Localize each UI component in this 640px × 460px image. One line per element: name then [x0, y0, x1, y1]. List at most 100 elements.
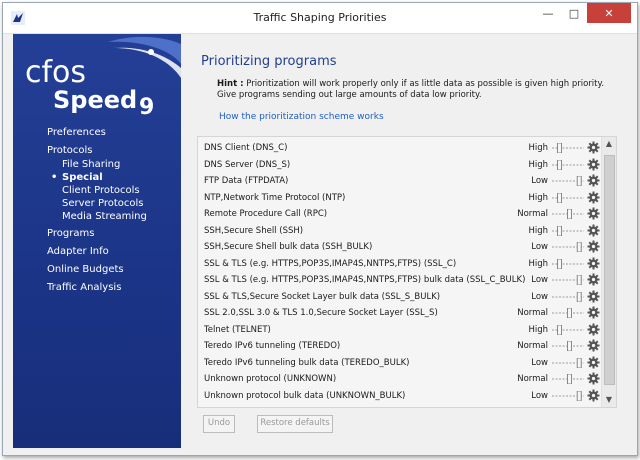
- table-row[interactable]: SSH,Secure Shell (SSH) High: [198, 223, 602, 240]
- slider-thumb[interactable]: [557, 324, 562, 335]
- protocol-name: Telnet (TELNET): [204, 324, 271, 335]
- sidebar-item-programs[interactable]: Programs: [47, 227, 179, 241]
- slider-thumb[interactable]: [576, 291, 582, 302]
- restore-defaults-button[interactable]: Restore defaults: [257, 415, 333, 433]
- table-row[interactable]: Unknown protocol (UNKNOWN) Normal: [198, 371, 602, 388]
- priority-label: Low: [531, 275, 548, 285]
- scroll-up-icon[interactable]: ▲: [602, 137, 616, 151]
- priority-slider[interactable]: [552, 357, 584, 368]
- sidebar-item-server-protocols[interactable]: Server Protocols: [47, 197, 179, 210]
- table-row[interactable]: SSL 2.0,SSL 3.0 & TLS 1.0,Secure Socket …: [198, 305, 602, 322]
- gear-icon[interactable]: [587, 223, 600, 237]
- table-row[interactable]: Teredo IPv6 tunneling (TEREDO) Normal: [198, 338, 602, 355]
- gear-icon[interactable]: [587, 273, 600, 286]
- slider-thumb[interactable]: [576, 242, 582, 252]
- slider-thumb[interactable]: [576, 357, 582, 368]
- priority-slider[interactable]: [552, 291, 584, 302]
- close-button[interactable]: ✕: [587, 3, 631, 23]
- priority-slider[interactable]: [552, 192, 584, 203]
- sidebar-nav: Preferences ProtocolsFile SharingSpecialC…: [47, 126, 179, 295]
- gear-icon[interactable]: [587, 355, 600, 369]
- protocol-name: Unknown protocol (UNKNOWN): [204, 374, 337, 384]
- sidebar-item-client-protocols[interactable]: Client Protocols: [47, 184, 179, 197]
- priority-label: Normal: [517, 341, 548, 351]
- table-row[interactable]: DNS Server (DNS_S) High: [198, 157, 602, 174]
- priority-slider[interactable]: [552, 308, 584, 318]
- slider-thumb[interactable]: [566, 209, 572, 219]
- gear-icon[interactable]: [587, 256, 600, 270]
- slider-thumb[interactable]: [566, 341, 572, 351]
- gear-icon[interactable]: [587, 372, 600, 385]
- minimize-button[interactable]: —: [535, 3, 561, 23]
- table-row[interactable]: DNS Client (DNS_C) High: [198, 140, 602, 157]
- undo-button[interactable]: Undo: [203, 415, 235, 433]
- table-row[interactable]: NTP,Network Time Protocol (NTP) High: [198, 190, 602, 207]
- priority-slider[interactable]: [552, 258, 584, 269]
- gear-icon[interactable]: [587, 322, 600, 336]
- priority-slider[interactable]: [552, 341, 584, 351]
- table-row[interactable]: Teredo IPv6 tunneling bulk data (TEREDO_…: [198, 355, 602, 372]
- slider-thumb[interactable]: [576, 390, 582, 401]
- gear-icon[interactable]: [587, 174, 600, 187]
- slider-thumb[interactable]: [557, 225, 562, 236]
- priority-label: High: [528, 159, 548, 170]
- priority-slider[interactable]: [552, 209, 584, 219]
- sidebar-item-media-streaming[interactable]: Media Streaming: [47, 210, 179, 223]
- gear-icon[interactable]: [587, 207, 600, 220]
- table-row[interactable]: SSL & TLS,Secure Socket Layer bulk data …: [198, 289, 602, 306]
- gear-icon[interactable]: [587, 157, 600, 171]
- sidebar-item-adapter-info[interactable]: Adapter Info: [47, 245, 179, 259]
- sidebar: cfos Speed 9 Preferences Protocols File Sh…: [13, 34, 181, 448]
- table-row[interactable]: Unknown protocol bulk data (UNKNOWN_BULK…: [198, 388, 602, 405]
- priority-slider[interactable]: [552, 324, 584, 335]
- table-row[interactable]: SSL & TLS (e.g. HTTPS,POP3S,IMAP4S,NNTPS…: [198, 272, 602, 289]
- slider-thumb[interactable]: [566, 374, 572, 384]
- sidebar-item-traffic-analysis[interactable]: Traffic Analysis: [47, 281, 179, 295]
- priority-slider[interactable]: [552, 143, 584, 153]
- slider-thumb[interactable]: [576, 275, 582, 285]
- priority-slider[interactable]: [552, 225, 584, 236]
- slider-thumb[interactable]: [566, 308, 572, 318]
- table-row[interactable]: SSH,Secure Shell bulk data (SSH_BULK) Low: [198, 239, 602, 256]
- slider-thumb[interactable]: [557, 258, 562, 269]
- sidebar-item-special[interactable]: Special: [47, 171, 179, 184]
- slider-thumb[interactable]: [557, 143, 562, 153]
- slider-thumb[interactable]: [557, 159, 562, 170]
- table-row[interactable]: Remote Procedure Call (RPC) Normal: [198, 206, 602, 223]
- gear-icon[interactable]: [587, 240, 600, 253]
- priority-slider[interactable]: [552, 390, 584, 401]
- scroll-down-icon[interactable]: ▼: [602, 393, 616, 407]
- sidebar-item-online-budgets[interactable]: Online Budgets: [47, 263, 179, 277]
- scrollbar[interactable]: ▲ ▼: [601, 137, 616, 407]
- gear-icon[interactable]: [587, 388, 600, 402]
- gear-icon[interactable]: [587, 339, 600, 352]
- priority-slider[interactable]: [552, 159, 584, 170]
- gear-icon[interactable]: [587, 306, 600, 319]
- priority-label: High: [528, 192, 548, 203]
- gear-icon[interactable]: [587, 289, 600, 303]
- protocol-name: NTP,Network Time Protocol (NTP): [204, 192, 346, 203]
- scrollbar-thumb[interactable]: [604, 155, 615, 385]
- protocol-name: SSL & TLS (e.g. HTTPS,POP3S,IMAP4S,NNTPS…: [204, 258, 457, 269]
- protocol-list: DNS Client (DNS_C) High DNS Server (DNS_S)…: [197, 136, 617, 408]
- hint-body: Prioritization will work properly only i…: [217, 79, 605, 100]
- priority-slider[interactable]: [552, 242, 584, 252]
- table-row[interactable]: FTP Data (FTPDATA) Low: [198, 173, 602, 190]
- slider-thumb[interactable]: [576, 176, 582, 186]
- sidebar-item-file-sharing[interactable]: File Sharing: [47, 158, 179, 171]
- priority-slider[interactable]: [552, 275, 584, 285]
- prioritization-scheme-link[interactable]: How the prioritization scheme works: [219, 112, 384, 122]
- priority-slider[interactable]: [552, 176, 584, 186]
- slider-thumb[interactable]: [557, 192, 562, 203]
- priority-slider[interactable]: [552, 374, 584, 384]
- hint-label: Hint :: [217, 79, 244, 89]
- sidebar-item-preferences[interactable]: Preferences: [47, 126, 179, 140]
- priority-label: Low: [531, 390, 548, 401]
- title-bar[interactable]: Traffic Shaping Priorities — □ ✕: [3, 3, 637, 34]
- table-row[interactable]: Telnet (TELNET) High: [198, 322, 602, 339]
- table-row[interactable]: SSL & TLS (e.g. HTTPS,POP3S,IMAP4S,NNTPS…: [198, 256, 602, 273]
- gear-icon[interactable]: [587, 141, 600, 154]
- sidebar-item-protocols[interactable]: Protocols: [47, 144, 179, 158]
- maximize-button[interactable]: □: [561, 3, 587, 23]
- gear-icon[interactable]: [587, 190, 600, 204]
